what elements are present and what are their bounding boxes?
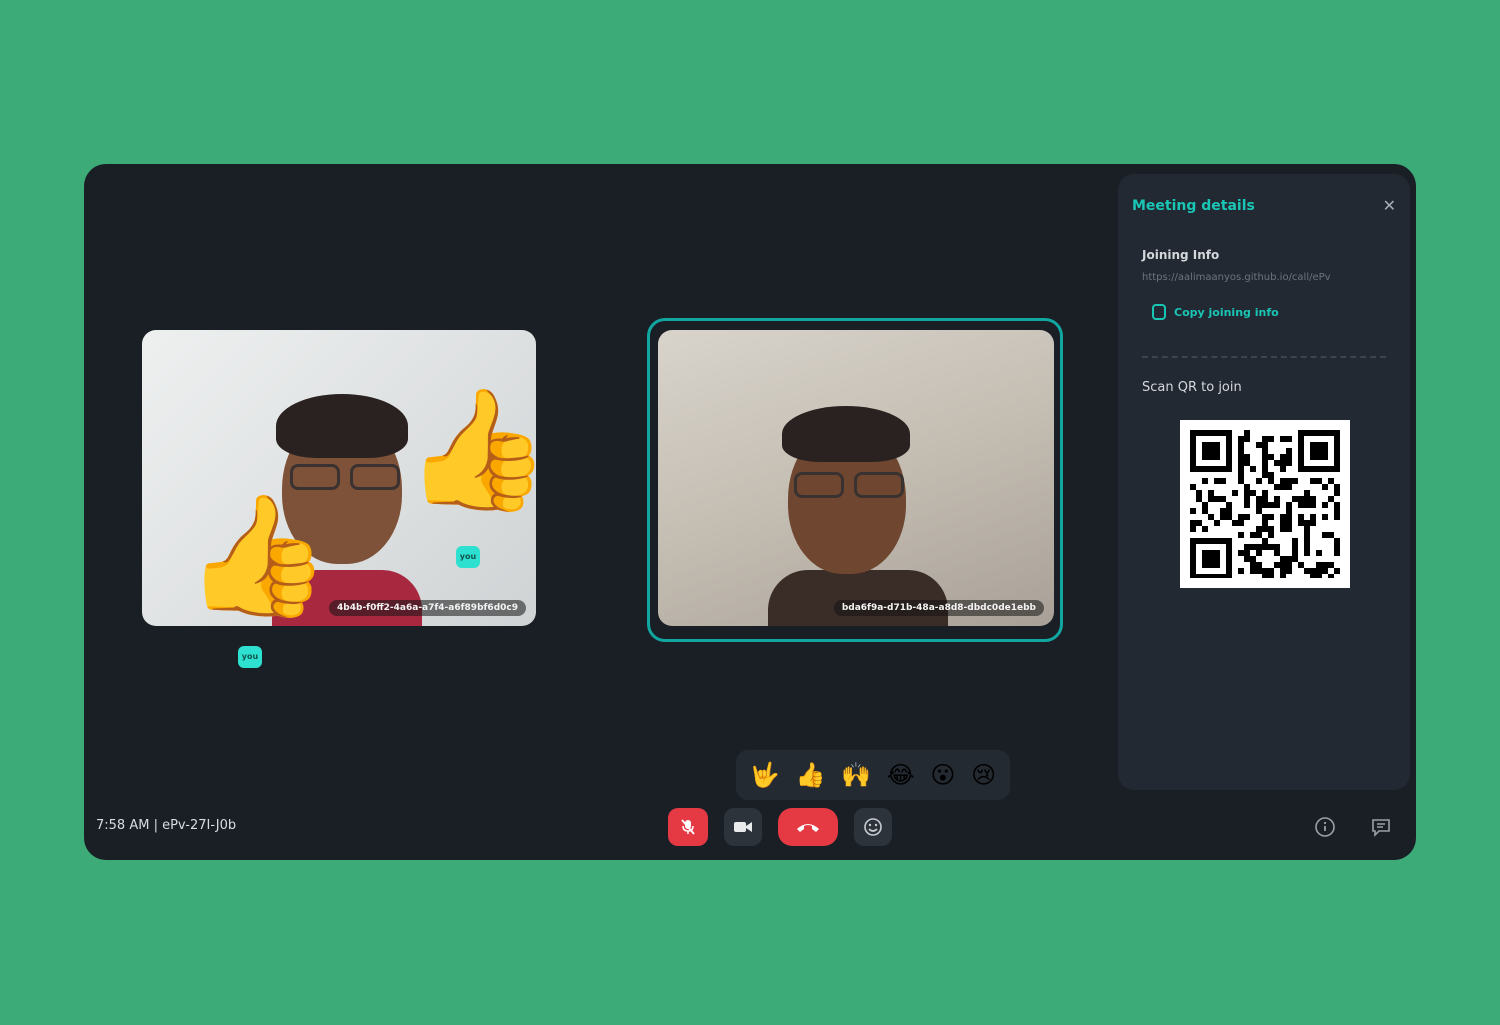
reaction-thumbs-up[interactable]: 👍 (795, 763, 825, 787)
meeting-window: 👍 4b4b-f0ff2-4a6a-a7f4-a6f89bf6d0c9 👍 yo… (84, 164, 1416, 860)
meeting-status: 7:58 AM | ePv-27I-J0b (96, 818, 237, 833)
reaction-crying[interactable]: 😢 (971, 763, 996, 787)
meeting-details-panel: Meeting details ✕ Joining Info https://a… (1118, 174, 1410, 790)
reactions-button[interactable] (854, 808, 892, 846)
copy-joining-info-button[interactable]: Copy joining info (1152, 304, 1279, 320)
participant-video (758, 380, 958, 626)
phone-hangup-icon (797, 824, 819, 832)
end-call-button[interactable] (778, 808, 838, 846)
reactions-bar: 🤟 👍 🙌 😂 😮 😢 (736, 750, 1010, 800)
divider (1142, 356, 1386, 358)
reaction-surprised[interactable]: 😮 (930, 763, 955, 787)
thumbs-up-reaction-icon: 👍 (184, 486, 331, 624)
smiley-icon (864, 818, 882, 836)
reaction-rock-on[interactable]: 🤟 (750, 763, 780, 787)
participant-badge: you (456, 546, 480, 568)
mic-off-icon (681, 819, 695, 835)
joining-info-label: Joining Info (1142, 248, 1220, 262)
video-camera-icon (734, 822, 752, 832)
info-button[interactable] (1312, 814, 1338, 840)
thumbs-up-reaction-icon: 👍 (404, 380, 536, 518)
copy-icon (1152, 304, 1166, 320)
mic-toggle-button[interactable] (668, 808, 708, 846)
reaction-raised-hands[interactable]: 🙌 (841, 763, 871, 787)
participant-name: 4b4b-f0ff2-4a6a-a7f4-a6f89bf6d0c9 (329, 600, 526, 616)
video-tile-remote[interactable]: bda6f9a-d71b-48a-a8d8-dbdc0de1ebb (658, 330, 1054, 626)
participant-badge: you (238, 646, 262, 668)
reaction-laughing[interactable]: 😂 (887, 763, 915, 787)
joining-url: https://aalimaanyos.github.io/call/ePv (1142, 272, 1331, 283)
panel-title: Meeting details (1132, 198, 1255, 214)
info-icon (1315, 817, 1335, 837)
participant-name: bda6f9a-d71b-48a-a8d8-dbdc0de1ebb (833, 600, 1044, 616)
copy-joining-info-label: Copy joining info (1174, 305, 1279, 319)
camera-toggle-button[interactable] (724, 808, 762, 846)
scan-qr-label: Scan QR to join (1142, 380, 1242, 395)
qr-code (1180, 420, 1350, 588)
close-icon[interactable]: ✕ (1383, 196, 1396, 215)
chat-button[interactable] (1368, 814, 1394, 840)
chat-icon (1372, 819, 1390, 837)
